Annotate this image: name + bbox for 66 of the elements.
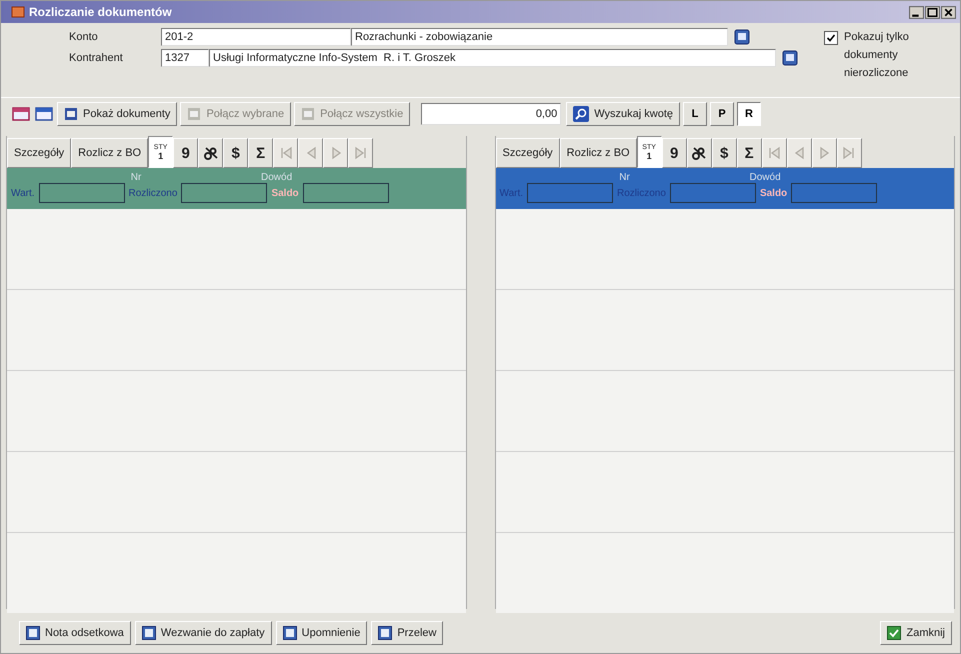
value-field[interactable] [670, 183, 756, 203]
side-toggle[interactable]: P [710, 102, 734, 126]
panel-tab[interactable]: Rozlicz z BO [560, 138, 637, 168]
maximize-icon[interactable] [925, 6, 940, 18]
arrow-icon [842, 146, 856, 160]
field-label: Rozliczono [128, 188, 178, 198]
panel-tab[interactable]: 9 [662, 138, 687, 168]
panel-tab[interactable]: 9 [173, 138, 198, 168]
search-button[interactable]: Wyszukaj kwotę [566, 102, 680, 126]
minimize-icon[interactable] [909, 6, 924, 18]
panel-tab[interactable]: Rozlicz z BO [71, 138, 148, 168]
amount-field[interactable]: 0,00 [421, 103, 562, 125]
panel-tab[interactable]: $ [223, 138, 248, 168]
app-icon [11, 5, 25, 19]
panel-tab[interactable]: Szczegóły [496, 138, 560, 168]
side-toggle[interactable]: L [683, 102, 707, 126]
close-icon[interactable] [941, 6, 956, 18]
percent-tab[interactable] [686, 138, 712, 168]
column-heading: Nr [618, 172, 631, 183]
field-label: Kontrahent [68, 52, 124, 64]
document-icon [64, 107, 78, 121]
toolbar-button[interactable]: Pokaż dokumenty [57, 102, 178, 126]
name-field[interactable]: Rozrachunki - zobowiązanie [351, 28, 728, 46]
panel-tab[interactable]: $ [712, 138, 737, 168]
field-label: Konto [68, 31, 99, 43]
value-field[interactable] [302, 183, 389, 203]
arrow-icon [792, 146, 806, 160]
name-field[interactable]: Usługi Informatyczne Info-System R. i T. Groszek [209, 49, 776, 67]
checkbox-label[interactable]: Pokazuj tylko dokumenty nierozliczone [824, 28, 950, 82]
document-icon [378, 626, 392, 640]
window-title: Rozliczanie dokumentów [29, 5, 172, 19]
close-button[interactable]: Zamknij [880, 621, 952, 645]
check-icon [887, 626, 902, 640]
code-field[interactable]: 1327 [161, 49, 209, 67]
side-toggle[interactable]: R [737, 102, 761, 126]
panel-tab[interactable]: Σ [248, 138, 274, 168]
field-label: Wart. [11, 188, 35, 198]
document-icon [301, 107, 316, 121]
field-label: Saldo [760, 188, 788, 198]
percent-icon [691, 145, 708, 161]
action-button[interactable]: Upomnienie [276, 621, 368, 645]
column-heading: Nr [130, 172, 142, 183]
action-button[interactable]: Wezwanie do zapłaty [134, 621, 272, 645]
action-button[interactable]: Nota odsetkowa [19, 621, 131, 645]
column-heading: Dowód [261, 172, 292, 183]
arrow-icon [354, 146, 368, 160]
arrow-icon [767, 146, 782, 160]
code-field[interactable]: 201-2 [161, 28, 351, 46]
value-field[interactable] [38, 183, 125, 203]
document-icon [187, 107, 202, 121]
panel-tab[interactable]: Σ [736, 138, 762, 168]
percent-tab[interactable] [198, 138, 224, 168]
value-field[interactable] [791, 183, 878, 203]
value-field[interactable] [181, 183, 268, 203]
value-field[interactable] [527, 183, 614, 203]
document-icon [282, 626, 297, 640]
document-icon [142, 626, 156, 640]
arrow-icon [278, 146, 293, 160]
panel-tab[interactable]: Szczegóły [7, 138, 72, 168]
document-icon [26, 626, 40, 640]
checkbox[interactable] [824, 31, 838, 45]
search-icon [573, 106, 590, 122]
percent-icon [202, 145, 219, 161]
field-label: Saldo [271, 188, 299, 198]
column-heading: Dowód [750, 172, 781, 183]
action-button[interactable]: Przelew [371, 621, 444, 645]
